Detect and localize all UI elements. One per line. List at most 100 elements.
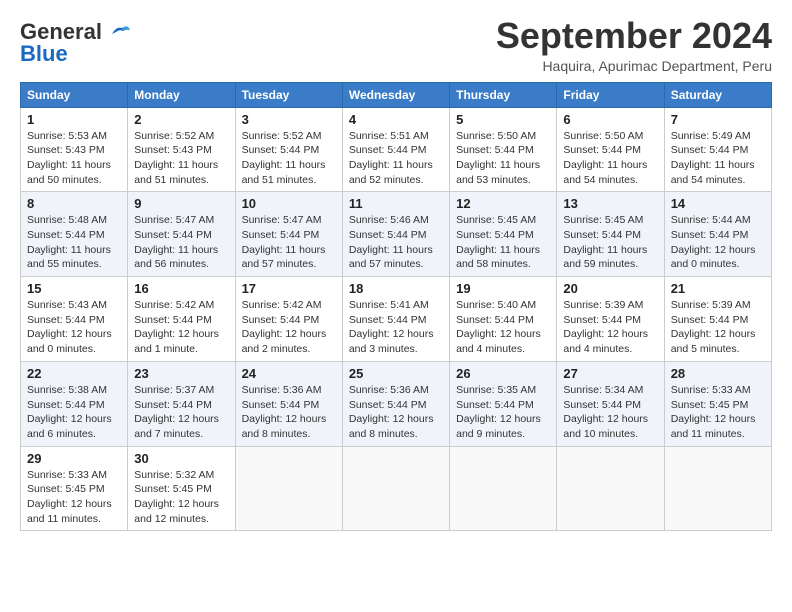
day-info: Sunrise: 5:32 AMSunset: 5:45 PMDaylight:…: [134, 468, 228, 527]
day-cell: [450, 446, 557, 531]
logo-bird-icon: [110, 24, 132, 42]
day-cell: 8 Sunrise: 5:48 AMSunset: 5:44 PMDaylight…: [21, 192, 128, 277]
week-row-5: 29Sunrise: 5:33 AMSunset: 5:45 PMDayligh…: [21, 446, 772, 531]
day-number: 22: [27, 366, 121, 381]
day-cell: 7 Sunrise: 5:49 AMSunset: 5:44 PMDaylight…: [664, 107, 771, 192]
logo-blue-text: Blue: [20, 42, 68, 66]
day-number: 24: [242, 366, 336, 381]
week-row-2: 8 Sunrise: 5:48 AMSunset: 5:44 PMDaylight…: [21, 192, 772, 277]
day-info: Sunrise: 5:52 AMSunset: 5:44 PMDaylight:…: [242, 129, 336, 188]
day-cell: 27Sunrise: 5:34 AMSunset: 5:44 PMDayligh…: [557, 361, 664, 446]
day-info: Sunrise: 5:39 AMSunset: 5:44 PMDaylight:…: [563, 298, 657, 357]
day-cell: 30 Sunrise: 5:32 AMSunset: 5:45 PMDayligh…: [128, 446, 235, 531]
day-number: 21: [671, 281, 765, 296]
day-number: 5: [456, 112, 550, 127]
day-cell: 23 Sunrise: 5:37 AMSunset: 5:44 PMDayligh…: [128, 361, 235, 446]
day-number: 12: [456, 196, 550, 211]
day-info: Sunrise: 5:42 AMSunset: 5:44 PMDaylight:…: [242, 298, 336, 357]
day-cell: 11 Sunrise: 5:46 AMSunset: 5:44 PMDayligh…: [342, 192, 449, 277]
day-cell: [557, 446, 664, 531]
week-row-3: 15 Sunrise: 5:43 AMSunset: 5:44 PMDayligh…: [21, 277, 772, 362]
day-info: Sunrise: 5:33 AMSunset: 5:45 PMDaylight:…: [27, 468, 121, 527]
weekday-wednesday: Wednesday: [342, 82, 449, 107]
day-number: 8: [27, 196, 121, 211]
day-cell: [342, 446, 449, 531]
day-info: Sunrise: 5:52 AMSunset: 5:43 PMDaylight:…: [134, 129, 228, 188]
day-number: 30: [134, 451, 228, 466]
day-number: 18: [349, 281, 443, 296]
day-number: 11: [349, 196, 443, 211]
day-info: Sunrise: 5:37 AMSunset: 5:44 PMDaylight:…: [134, 383, 228, 442]
day-number: 1: [27, 112, 121, 127]
day-info: Sunrise: 5:47 AMSunset: 5:44 PMDaylight:…: [242, 213, 336, 272]
week-row-1: 1 Sunrise: 5:53 AMSunset: 5:43 PMDaylight…: [21, 107, 772, 192]
day-info: Sunrise: 5:36 AMSunset: 5:44 PMDaylight:…: [349, 383, 443, 442]
day-number: 2: [134, 112, 228, 127]
day-info: Sunrise: 5:34 AMSunset: 5:44 PMDaylight:…: [563, 383, 657, 442]
day-number: 9: [134, 196, 228, 211]
day-number: 4: [349, 112, 443, 127]
day-cell: 29Sunrise: 5:33 AMSunset: 5:45 PMDayligh…: [21, 446, 128, 531]
month-title: September 2024: [496, 16, 772, 56]
day-cell: 2 Sunrise: 5:52 AMSunset: 5:43 PMDaylight…: [128, 107, 235, 192]
day-number: 17: [242, 281, 336, 296]
day-number: 26: [456, 366, 550, 381]
day-number: 13: [563, 196, 657, 211]
day-cell: 14 Sunrise: 5:44 AMSunset: 5:44 PMDayligh…: [664, 192, 771, 277]
day-number: 3: [242, 112, 336, 127]
day-info: Sunrise: 5:53 AMSunset: 5:43 PMDaylight:…: [27, 129, 121, 188]
day-cell: 6Sunrise: 5:50 AMSunset: 5:44 PMDaylight…: [557, 107, 664, 192]
day-cell: 1 Sunrise: 5:53 AMSunset: 5:43 PMDaylight…: [21, 107, 128, 192]
day-number: 20: [563, 281, 657, 296]
location-subtitle: Haquira, Apurimac Department, Peru: [496, 58, 772, 74]
day-info: Sunrise: 5:36 AMSunset: 5:44 PMDaylight:…: [242, 383, 336, 442]
day-info: Sunrise: 5:45 AMSunset: 5:44 PMDaylight:…: [563, 213, 657, 272]
day-info: Sunrise: 5:44 AMSunset: 5:44 PMDaylight:…: [671, 213, 765, 272]
day-number: 10: [242, 196, 336, 211]
day-number: 6: [563, 112, 657, 127]
day-info: Sunrise: 5:40 AMSunset: 5:44 PMDaylight:…: [456, 298, 550, 357]
day-number: 28: [671, 366, 765, 381]
calendar-header: SundayMondayTuesdayWednesdayThursdayFrid…: [21, 82, 772, 107]
day-number: 7: [671, 112, 765, 127]
day-info: Sunrise: 5:50 AMSunset: 5:44 PMDaylight:…: [456, 129, 550, 188]
day-cell: 24 Sunrise: 5:36 AMSunset: 5:44 PMDayligh…: [235, 361, 342, 446]
day-info: Sunrise: 5:38 AMSunset: 5:44 PMDaylight:…: [27, 383, 121, 442]
day-cell: 21 Sunrise: 5:39 AMSunset: 5:44 PMDayligh…: [664, 277, 771, 362]
day-number: 23: [134, 366, 228, 381]
weekday-thursday: Thursday: [450, 82, 557, 107]
weekday-tuesday: Tuesday: [235, 82, 342, 107]
day-info: Sunrise: 5:51 AMSunset: 5:44 PMDaylight:…: [349, 129, 443, 188]
day-info: Sunrise: 5:39 AMSunset: 5:44 PMDaylight:…: [671, 298, 765, 357]
day-cell: 26Sunrise: 5:35 AMSunset: 5:44 PMDayligh…: [450, 361, 557, 446]
day-cell: 17 Sunrise: 5:42 AMSunset: 5:44 PMDayligh…: [235, 277, 342, 362]
day-cell: 28 Sunrise: 5:33 AMSunset: 5:45 PMDayligh…: [664, 361, 771, 446]
day-info: Sunrise: 5:43 AMSunset: 5:44 PMDaylight:…: [27, 298, 121, 357]
page-header: General Blue September 2024 Haquira, Apu…: [20, 16, 772, 74]
weekday-header-row: SundayMondayTuesdayWednesdayThursdayFrid…: [21, 82, 772, 107]
day-cell: 9 Sunrise: 5:47 AMSunset: 5:44 PMDaylight…: [128, 192, 235, 277]
calendar-body: 1 Sunrise: 5:53 AMSunset: 5:43 PMDaylight…: [21, 107, 772, 531]
day-cell: 5 Sunrise: 5:50 AMSunset: 5:44 PMDaylight…: [450, 107, 557, 192]
day-info: Sunrise: 5:48 AMSunset: 5:44 PMDaylight:…: [27, 213, 121, 272]
week-row-4: 22 Sunrise: 5:38 AMSunset: 5:44 PMDayligh…: [21, 361, 772, 446]
weekday-friday: Friday: [557, 82, 664, 107]
weekday-saturday: Saturday: [664, 82, 771, 107]
day-number: 25: [349, 366, 443, 381]
day-info: Sunrise: 5:47 AMSunset: 5:44 PMDaylight:…: [134, 213, 228, 272]
day-info: Sunrise: 5:49 AMSunset: 5:44 PMDaylight:…: [671, 129, 765, 188]
day-cell: 22 Sunrise: 5:38 AMSunset: 5:44 PMDayligh…: [21, 361, 128, 446]
day-info: Sunrise: 5:33 AMSunset: 5:45 PMDaylight:…: [671, 383, 765, 442]
day-cell: 18Sunrise: 5:41 AMSunset: 5:44 PMDayligh…: [342, 277, 449, 362]
day-info: Sunrise: 5:45 AMSunset: 5:44 PMDaylight:…: [456, 213, 550, 272]
calendar-table: SundayMondayTuesdayWednesdayThursdayFrid…: [20, 82, 772, 532]
day-number: 15: [27, 281, 121, 296]
day-number: 14: [671, 196, 765, 211]
day-cell: 16Sunrise: 5:42 AMSunset: 5:44 PMDayligh…: [128, 277, 235, 362]
day-cell: 13 Sunrise: 5:45 AMSunset: 5:44 PMDayligh…: [557, 192, 664, 277]
day-cell: 20 Sunrise: 5:39 AMSunset: 5:44 PMDayligh…: [557, 277, 664, 362]
day-number: 19: [456, 281, 550, 296]
day-info: Sunrise: 5:42 AMSunset: 5:44 PMDaylight:…: [134, 298, 228, 357]
day-info: Sunrise: 5:46 AMSunset: 5:44 PMDaylight:…: [349, 213, 443, 272]
day-cell: 25 Sunrise: 5:36 AMSunset: 5:44 PMDayligh…: [342, 361, 449, 446]
